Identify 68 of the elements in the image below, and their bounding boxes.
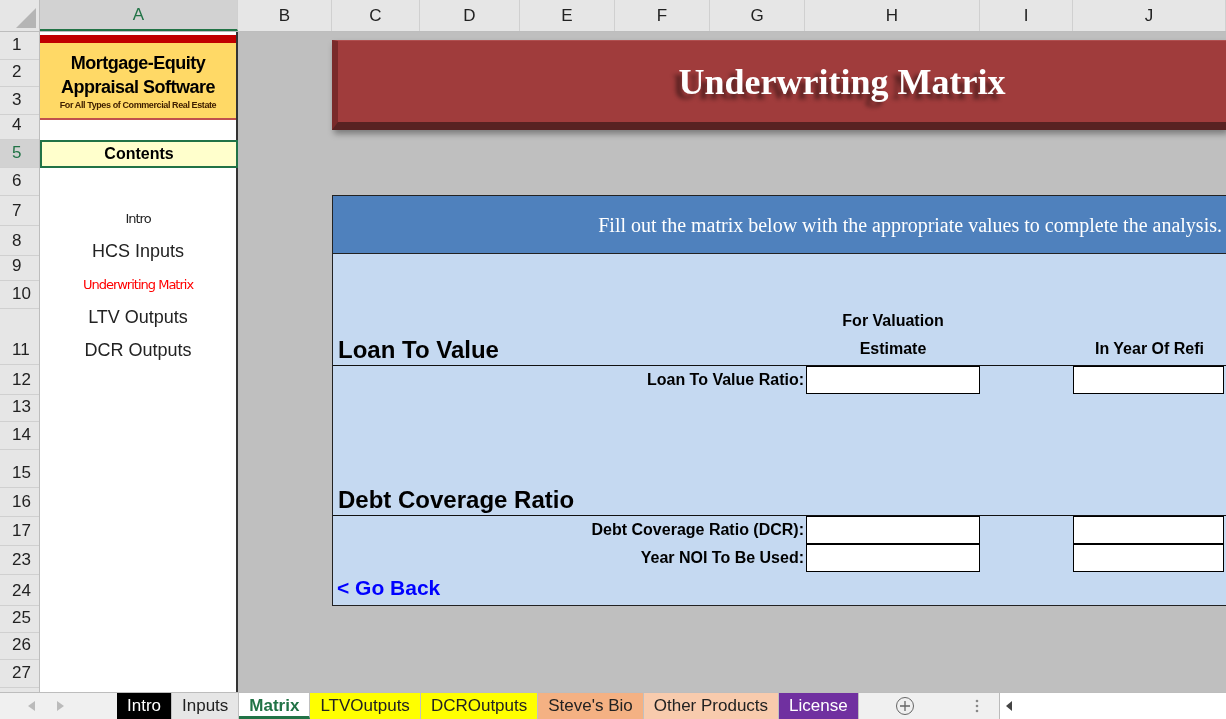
row-header[interactable]: 12: [0, 365, 39, 395]
logo-tagline: For All Types of Commercial Real Estate: [59, 98, 217, 111]
more-options-icon[interactable]: [974, 699, 979, 713]
row-header[interactable]: 2: [0, 60, 39, 87]
column-header[interactable]: B: [238, 0, 332, 31]
column-heading: For Valuation Estimate: [841, 311, 945, 359]
sheet-tab[interactable]: License: [779, 693, 859, 719]
row-header[interactable]: 24: [0, 575, 39, 606]
row-header[interactable]: 26: [0, 633, 39, 660]
row-header[interactable]: 17: [0, 517, 39, 546]
row-header[interactable]: 7: [0, 196, 39, 226]
row-header[interactable]: 6: [0, 168, 39, 196]
row-header[interactable]: 14: [0, 422, 39, 450]
value-field[interactable]: [806, 366, 980, 394]
contents-link[interactable]: HCS Inputs: [91, 238, 184, 265]
sheet-tab[interactable]: Matrix: [239, 693, 311, 719]
sheet-tab[interactable]: Intro: [117, 693, 173, 719]
instructions-text: Fill out the matrix below with the appropriate values to complete the analysis.: [598, 212, 1222, 239]
column-header[interactable]: E: [520, 0, 615, 31]
value-field[interactable]: [806, 544, 980, 572]
value-field[interactable]: [1073, 366, 1224, 394]
banner-title: Underwriting Matrix: [678, 60, 1006, 104]
row-header[interactable]: 5: [0, 140, 39, 168]
scroll-left-icon[interactable]: [1005, 701, 1012, 711]
row-header[interactable]: 13: [0, 395, 39, 422]
value-field[interactable]: [806, 516, 980, 544]
row-header[interactable]: 8: [0, 226, 39, 256]
sheet-tab[interactable]: Inputs: [172, 693, 240, 719]
contents-link[interactable]: DCR Outputs: [84, 337, 192, 364]
field-label: Loan To Value Ratio:: [645, 370, 805, 390]
field-label: Year NOI To Be Used:: [639, 548, 805, 568]
row-header[interactable]: 3: [0, 87, 39, 115]
row-header[interactable]: 15: [0, 450, 39, 488]
row-header[interactable]: 1: [0, 32, 39, 60]
horizontal-scrollbar[interactable]: [998, 693, 1226, 719]
logo-title: Appraisal Software: [60, 75, 215, 99]
contents-link[interactable]: LTV Outputs: [88, 304, 188, 331]
column-header[interactable]: I: [980, 0, 1073, 31]
contents-link[interactable]: Underwriting Matrix: [82, 274, 194, 295]
sheet-tab[interactable]: LTVOutputs: [310, 693, 421, 719]
column-header[interactable]: C: [332, 0, 420, 31]
field-label: Debt Coverage Ratio (DCR):: [590, 520, 805, 540]
value-field[interactable]: [1073, 544, 1224, 572]
logo-title: Mortgage-Equity: [70, 51, 206, 75]
sheet-tab[interactable]: Other Products: [643, 693, 780, 719]
column-header[interactable]: A: [40, 0, 238, 31]
add-sheet-icon[interactable]: [894, 696, 915, 716]
column-heading: In Year Of Refi: [1093, 339, 1206, 359]
row-header[interactable]: 27: [0, 660, 39, 688]
row-header[interactable]: 25: [0, 606, 39, 633]
value-field[interactable]: [1073, 516, 1224, 544]
contents-link[interactable]: Intro: [125, 208, 151, 229]
column-header[interactable]: D: [420, 0, 520, 31]
row-header[interactable]: 23: [0, 546, 39, 575]
section-title: Loan To Value: [337, 335, 500, 365]
column-header[interactable]: G: [710, 0, 805, 31]
go-back-link[interactable]: < Go Back: [337, 572, 441, 604]
row-header[interactable]: 11: [0, 309, 39, 365]
column-header[interactable]: F: [615, 0, 710, 31]
row-header[interactable]: 16: [0, 488, 39, 517]
section-title: Debt Coverage Ratio: [337, 485, 576, 515]
row-header[interactable]: 10: [0, 281, 39, 309]
row-header[interactable]: 9: [0, 256, 39, 281]
column-header[interactable]: H: [805, 0, 980, 31]
sheet-tab[interactable]: Steve's Bio: [538, 693, 644, 719]
sheet-tab[interactable]: DCROutputs: [420, 693, 539, 719]
column-header[interactable]: J: [1073, 0, 1226, 31]
contents-heading: Contents: [40, 140, 238, 168]
